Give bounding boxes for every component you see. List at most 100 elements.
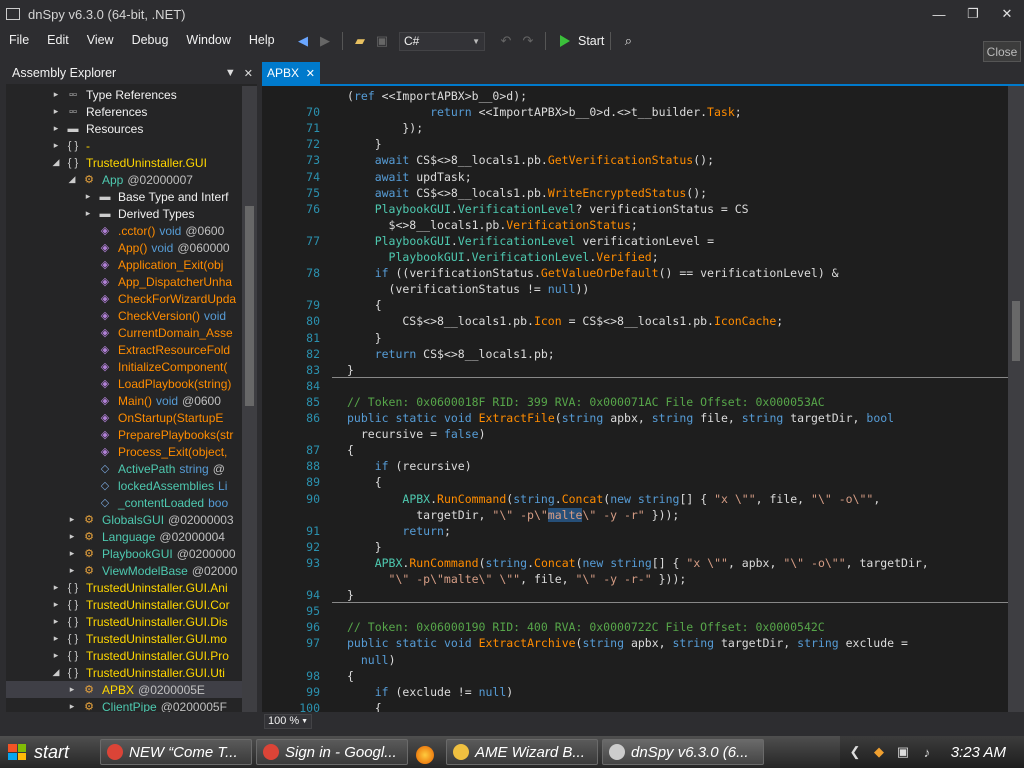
tree-item[interactable]: ◈ CheckForWizardUpda	[6, 290, 242, 307]
tree-scrollbar[interactable]	[242, 86, 257, 712]
tree-item[interactable]: ◈ ExtractResourceFold	[6, 341, 242, 358]
taskbar-item[interactable]: AME Wizard B...	[446, 739, 598, 765]
undo-icon[interactable]: ↶	[497, 32, 515, 50]
collapsed-arrow-icon[interactable]: ▸	[66, 701, 78, 712]
tree-item[interactable]: ◈ PreparePlaybooks(str	[6, 426, 242, 443]
collapsed-arrow-icon[interactable]: ▸	[50, 582, 62, 593]
tree-item[interactable]: ▸ ⚙ Language @02000004	[6, 528, 242, 545]
chevron-left-icon[interactable]: ❮	[846, 743, 864, 761]
collapsed-arrow-icon[interactable]: ▸	[66, 531, 78, 542]
tree-item[interactable]: ▸ { } TrustedUninstaller.GUI.Pro	[6, 647, 242, 664]
taskbar-item[interactable]: Sign in - Googl...	[256, 739, 408, 765]
expanded-arrow-icon[interactable]: ◢	[66, 174, 78, 185]
menu-view[interactable]: View	[78, 33, 123, 47]
tree-item[interactable]: ◈ .cctor() void @0600	[6, 222, 242, 239]
tree-item[interactable]: ▸ { } TrustedUninstaller.GUI.Dis	[6, 613, 242, 630]
search-icon[interactable]: ⌕	[619, 32, 637, 50]
collapsed-arrow-icon[interactable]: ▸	[50, 633, 62, 644]
expanded-arrow-icon[interactable]: ◢	[50, 157, 62, 168]
tree-item[interactable]: ◇ ActivePath string @	[6, 460, 242, 477]
expanded-arrow-icon[interactable]: ◢	[50, 667, 62, 678]
tree-item-label: Derived Types	[118, 206, 195, 221]
editor-scrollbar-thumb[interactable]	[1012, 301, 1020, 361]
taskbar-item[interactable]: NEW “Come T...	[100, 739, 252, 765]
tree-item[interactable]: ◈ App_DispatcherUnha	[6, 273, 242, 290]
tree-item[interactable]: ▸ { } TrustedUninstaller.GUI.Cor	[6, 596, 242, 613]
tree-item[interactable]: ◢ ⚙ App @02000007	[6, 171, 242, 188]
code-line: // Token: 0x06000190 RID: 400 RVA: 0x000…	[347, 620, 825, 635]
menu-edit[interactable]: Edit	[38, 33, 78, 47]
menu-window[interactable]: Window	[177, 33, 239, 47]
code-editor[interactable]: (ref <<ImportAPBX>b__0>d); 70 return <<Im…	[262, 86, 1008, 712]
tree-item[interactable]: ◈ Main() void @0600	[6, 392, 242, 409]
tree-item-label: Language	[102, 529, 156, 544]
close-button[interactable]: ✕	[990, 0, 1024, 28]
close-icon[interactable]: ✕	[306, 67, 315, 80]
tree-item[interactable]: ▸ { } -	[6, 137, 242, 154]
zoom-select[interactable]: 100 % ▼	[264, 713, 312, 729]
tree-item[interactable]: ▸ ⚙ GlobalsGUI @02000003	[6, 511, 242, 528]
redo-icon[interactable]: ↷	[519, 32, 537, 50]
menu-file[interactable]: File	[0, 33, 38, 47]
network-icon[interactable]: ▣	[894, 743, 912, 761]
collapsed-arrow-icon[interactable]: ▸	[66, 565, 78, 576]
collapsed-arrow-icon[interactable]: ▸	[82, 208, 94, 219]
collapsed-arrow-icon[interactable]: ▸	[82, 191, 94, 202]
tree-item[interactable]: ◢ { } TrustedUninstaller.GUI.Uti	[6, 664, 242, 681]
minimize-button[interactable]: —	[922, 0, 956, 28]
collapsed-arrow-icon[interactable]: ▸	[50, 650, 62, 661]
tab-apbx[interactable]: APBX ✕	[262, 62, 320, 84]
panel-dropdown-icon[interactable]: ▼	[225, 67, 236, 80]
tree-item[interactable]: ◈ LoadPlaybook(string)	[6, 375, 242, 392]
tree-item[interactable]: ▸ ▬ Resources	[6, 120, 242, 137]
tree-item[interactable]: ◈ Process_Exit(object,	[6, 443, 242, 460]
tree-scrollbar-thumb[interactable]	[245, 206, 254, 406]
tree-item[interactable]: ◢ { } TrustedUninstaller.GUI	[6, 154, 242, 171]
collapsed-arrow-icon[interactable]: ▸	[66, 514, 78, 525]
tree-item[interactable]: ▸ ⚙ PlaybookGUI @0200000	[6, 545, 242, 562]
tree-item[interactable]: ▸ ⚙ ClientPipe @0200005F	[6, 698, 242, 713]
start-debugging-button[interactable]: Start	[560, 34, 604, 48]
collapsed-arrow-icon[interactable]: ▸	[50, 106, 62, 117]
tree-item[interactable]: ▸ ▫▫ References	[6, 103, 242, 120]
assembly-tree[interactable]: ▸ ▫▫ Type References ▸ ▫▫ References ▸ ▬ Resourc…	[6, 86, 242, 712]
language-select[interactable]: C# ▼	[399, 31, 485, 51]
tree-item[interactable]: ◈ App() void @060000	[6, 239, 242, 256]
panel-close-icon[interactable]: ✕	[244, 67, 253, 80]
tree-item[interactable]: ▸ ▫▫ Type References	[6, 86, 242, 103]
firefox-icon[interactable]	[416, 746, 434, 764]
tree-item[interactable]: ▸ ▬ Base Type and Interf	[6, 188, 242, 205]
method-icon: ◈	[100, 225, 110, 237]
tree-item[interactable]: ▸ { } TrustedUninstaller.GUI.Ani	[6, 579, 242, 596]
tree-item[interactable]: ◈ InitializeComponent(	[6, 358, 242, 375]
tree-item[interactable]: ◈ Application_Exit(obj	[6, 256, 242, 273]
tree-item[interactable]: ▸ ⚙ ViewModelBase @02000	[6, 562, 242, 579]
tree-item[interactable]: ◇ _contentLoaded boo	[6, 494, 242, 511]
collapsed-arrow-icon[interactable]: ▸	[50, 616, 62, 627]
editor-scrollbar[interactable]	[1008, 86, 1024, 712]
collapsed-arrow-icon[interactable]: ▸	[50, 123, 62, 134]
collapsed-arrow-icon[interactable]: ▸	[50, 89, 62, 100]
tree-item[interactable]: ◇ lockedAssemblies Li	[6, 477, 242, 494]
security-icon[interactable]: ◆	[870, 743, 888, 761]
tree-item[interactable]: ▸ { } TrustedUninstaller.GUI.mo	[6, 630, 242, 647]
tree-item[interactable]: ◈ CheckVersion() void	[6, 307, 242, 324]
collapsed-arrow-icon[interactable]: ▸	[66, 548, 78, 559]
tree-item[interactable]: ◈ OnStartup(StartupE	[6, 409, 242, 426]
taskbar-item[interactable]: dnSpy v6.3.0 (6...	[602, 739, 764, 765]
menu-debug[interactable]: Debug	[123, 33, 178, 47]
collapsed-arrow-icon[interactable]: ▸	[50, 599, 62, 610]
back-icon[interactable]: ◀	[294, 32, 312, 50]
tree-item[interactable]: ▸ ⚙ APBX @0200005E	[6, 681, 242, 698]
start-button[interactable]: start	[0, 736, 96, 768]
forward-icon[interactable]: ▶	[316, 32, 334, 50]
menu-help[interactable]: Help	[240, 33, 284, 47]
volume-icon[interactable]: ♪	[918, 743, 936, 761]
tree-item[interactable]: ▸ ▬ Derived Types	[6, 205, 242, 222]
open-folder-icon[interactable]: ▰	[351, 32, 369, 50]
collapsed-arrow-icon[interactable]: ▸	[50, 140, 62, 151]
save-icon[interactable]: ▣	[373, 32, 391, 50]
tree-item[interactable]: ◈ CurrentDomain_Asse	[6, 324, 242, 341]
collapsed-arrow-icon[interactable]: ▸	[66, 684, 78, 695]
restore-button[interactable]: ❐	[956, 0, 990, 28]
